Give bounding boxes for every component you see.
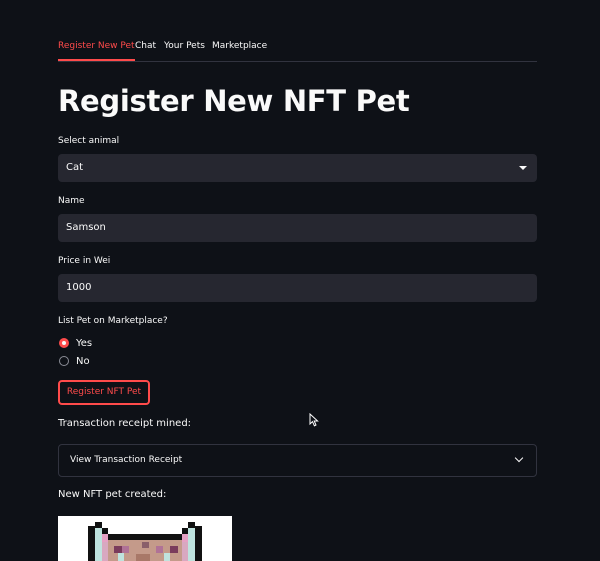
tab-your-pets[interactable]: Your Pets	[164, 36, 205, 60]
register-nft-pet-button[interactable]: Register NFT Pet	[58, 380, 150, 405]
mouse-cursor-icon	[309, 413, 319, 427]
dropdown-caret-icon	[519, 166, 527, 170]
chevron-down-icon	[514, 453, 524, 463]
name-field-label: Name	[58, 196, 85, 206]
radio-yes-label: Yes	[76, 338, 93, 349]
animal-select[interactable]: Cat	[58, 154, 537, 182]
radio-selected-icon	[59, 338, 69, 348]
pixel-cat-icon	[88, 522, 202, 561]
tab-marketplace[interactable]: Marketplace	[212, 36, 267, 60]
radio-no-label: No	[76, 356, 90, 367]
receipt-heading: Transaction receipt mined:	[58, 418, 192, 429]
expander-label: View Transaction Receipt	[70, 455, 183, 465]
price-input[interactable]: 1000	[58, 274, 537, 302]
animal-select-label: Select animal	[58, 136, 120, 146]
page-title: Register New NFT Pet	[58, 84, 410, 118]
name-input[interactable]: Samson	[58, 214, 537, 242]
name-input-value: Samson	[66, 222, 106, 233]
price-field-label: Price in Wei	[58, 256, 111, 266]
radio-unselected-icon	[59, 356, 69, 366]
transaction-receipt-expander[interactable]: View Transaction Receipt	[58, 444, 537, 477]
price-input-value: 1000	[66, 282, 92, 293]
nft-pet-image	[58, 516, 232, 561]
tab-register-new-pet[interactable]: Register New Pet	[58, 36, 135, 61]
animal-select-value: Cat	[66, 162, 84, 173]
list-on-marketplace-label: List Pet on Marketplace?	[58, 316, 168, 326]
tab-bar: Register New Pet Chat Your Pets Marketpl…	[58, 36, 537, 62]
created-heading: New NFT pet created:	[58, 489, 167, 500]
tab-chat[interactable]: Chat	[135, 36, 156, 60]
